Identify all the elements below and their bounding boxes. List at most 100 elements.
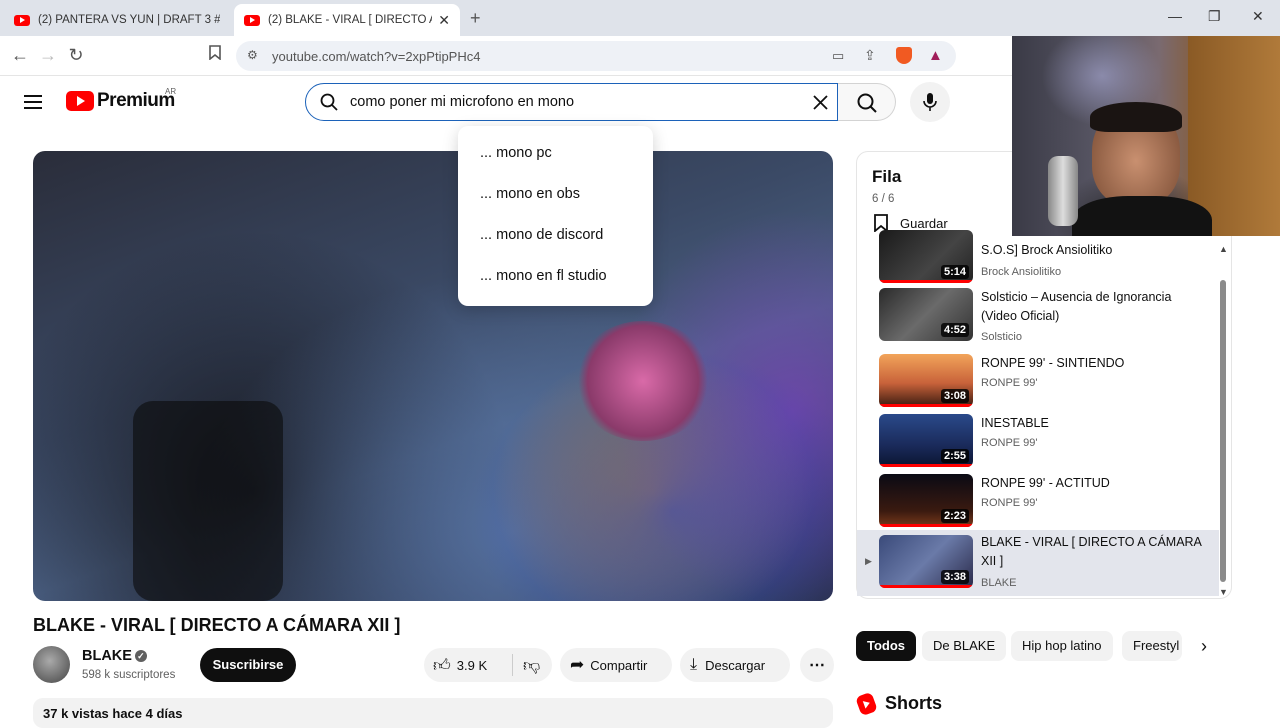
close-window-icon[interactable]: ✕ xyxy=(1252,8,1264,25)
brave-shield-icon[interactable] xyxy=(896,47,912,64)
chevron-right-icon[interactable]: › xyxy=(1201,636,1207,657)
video-thumbnail: 4:52 xyxy=(879,288,973,341)
download-button[interactable]: ⤓ Descargar xyxy=(680,648,790,682)
menu-icon[interactable] xyxy=(24,95,42,109)
clear-search-icon[interactable] xyxy=(813,95,828,110)
view-count: 37 k vistas hace 4 días xyxy=(43,706,183,721)
search-icon xyxy=(320,93,338,111)
channel-name[interactable]: BLAKE ✓ xyxy=(82,648,147,664)
more-actions-button[interactable]: ⋯ xyxy=(800,648,834,682)
chip-de-blake[interactable]: De BLAKE xyxy=(922,631,1007,661)
webcam-hair xyxy=(1090,102,1182,132)
dislike-icon: 👎︎ xyxy=(523,655,541,675)
playlist-item-channel: RONPE 99' xyxy=(981,437,1038,449)
playlist-item[interactable]: 3:08 RONPE 99' - SINTIENDO RONPE 99' xyxy=(857,354,1219,408)
forward-icon[interactable]: → xyxy=(37,45,59,66)
like-button[interactable]: 👍︎ 3.9 K xyxy=(424,655,512,676)
now-playing-icon: ▶ xyxy=(865,556,872,566)
video-frame-watch xyxy=(573,321,713,441)
verified-icon: ✓ xyxy=(134,650,147,662)
shorts-icon xyxy=(855,691,878,716)
video-player[interactable] xyxy=(33,151,833,601)
duration-badge: 3:08 xyxy=(940,389,969,403)
video-thumbnail: 2:55 xyxy=(879,414,973,467)
minimize-icon[interactable]: — xyxy=(1168,8,1182,24)
playlist-item-current[interactable]: ▶ 3:38 BLAKE - VIRAL [ DIRECTO A CÁMARA … xyxy=(857,530,1219,596)
cast-icon[interactable]: ▭ xyxy=(832,48,844,64)
playlist-item-channel: Brock Ansiolitiko xyxy=(981,266,1062,278)
share-page-icon[interactable]: ⇪ xyxy=(864,47,876,64)
duration-badge: 2:55 xyxy=(940,449,969,463)
url-text: youtube.com/watch?v=2xpPtipPHc4 xyxy=(272,49,481,64)
share-icon: ➦ xyxy=(570,655,585,674)
browser-tab-bar: (2) PANTERA VS YUN | DRAFT 3 #LIG (2) BL… xyxy=(0,0,1280,36)
youtube-premium-logo[interactable]: Premium AR xyxy=(66,87,176,112)
webcam-overlay xyxy=(1012,36,1280,236)
brave-rewards-icon[interactable]: ▲ xyxy=(928,47,943,64)
dislike-button[interactable]: 👎︎ xyxy=(513,655,540,676)
subscribe-button[interactable]: Suscribirse xyxy=(200,648,296,682)
microphone-icon xyxy=(923,93,937,111)
voice-search-button[interactable] xyxy=(910,82,950,122)
playlist-scrollbar[interactable] xyxy=(1220,280,1226,582)
youtube-logo-icon xyxy=(66,91,94,111)
scroll-down-icon[interactable]: ▼ xyxy=(1219,587,1228,597)
youtube-favicon-icon xyxy=(14,14,30,26)
search-input[interactable]: como poner mi microfono en mono xyxy=(305,83,838,121)
bookmark-icon[interactable] xyxy=(204,45,226,65)
suggestion-item[interactable]: ... mono de discord xyxy=(480,227,603,243)
chip-hip-hop-latino[interactable]: Hip hop latino xyxy=(1011,631,1113,661)
playlist-item-channel: BLAKE xyxy=(981,577,1017,589)
download-label: Descargar xyxy=(705,657,766,673)
like-count: 3.9 K xyxy=(456,657,488,673)
playlist-title: Fila xyxy=(872,167,902,186)
playlist-item[interactable]: 2:55 INESTABLE RONPE 99' xyxy=(857,414,1219,468)
video-thumbnail: 2:23 xyxy=(879,474,973,527)
suggestion-item[interactable]: ... mono pc xyxy=(480,145,552,161)
playlist-item-channel: RONPE 99' xyxy=(981,377,1038,389)
share-label: Compartir xyxy=(590,657,648,673)
watched-progress-bar xyxy=(879,524,973,527)
avatar[interactable] xyxy=(33,646,70,683)
playlist-item[interactable]: 4:52 Solsticio – Ausencia de Ignorancia … xyxy=(857,288,1219,348)
like-dislike-group: 👍︎ 3.9 K 👎︎ xyxy=(424,648,552,682)
watched-progress-bar xyxy=(879,280,973,283)
playlist-item-title: RONPE 99' - ACTITUD xyxy=(981,476,1110,490)
url-omnibox[interactable]: ⚙ youtube.com/watch?v=2xpPtipPHc4 ▭ ⇪ ▲ xyxy=(236,41,956,71)
playlist-count: 6 / 6 xyxy=(872,193,895,205)
restore-icon[interactable]: ❐ xyxy=(1208,8,1221,25)
youtube-favicon-icon xyxy=(244,14,260,26)
duration-badge: 2:23 xyxy=(940,509,969,523)
chip-todos[interactable]: Todos xyxy=(856,631,917,661)
browser-tab-blake[interactable]: (2) BLAKE - VIRAL [ DIRECTO A C ✕ xyxy=(234,4,460,36)
more-icon: ⋯ xyxy=(809,657,825,674)
video-thumbnail: 3:08 xyxy=(879,354,973,407)
watched-progress-bar xyxy=(879,585,973,588)
close-tab-icon[interactable]: ✕ xyxy=(438,12,450,29)
browser-tab-pantera[interactable]: (2) PANTERA VS YUN | DRAFT 3 #LIG xyxy=(4,4,230,36)
suggestion-item[interactable]: ... mono en fl studio xyxy=(480,268,607,284)
download-icon: ⤓ xyxy=(690,656,698,673)
duration-badge: 3:38 xyxy=(940,570,969,584)
reload-icon[interactable]: ↻ xyxy=(65,45,87,66)
scroll-up-icon[interactable]: ▲ xyxy=(1219,244,1228,254)
new-tab-icon[interactable]: + xyxy=(470,8,481,29)
chip-freestyle[interactable]: Freestyl xyxy=(1122,631,1182,661)
playlist-item-title: BLAKE - VIRAL [ DIRECTO A CÁMARA XII ] xyxy=(981,535,1202,568)
playlist-item[interactable]: 5:14 S.O.S] Brock Ansiolitiko Brock Ansi… xyxy=(857,230,1219,283)
suggestion-item[interactable]: ... mono en obs xyxy=(480,186,580,202)
search-button[interactable] xyxy=(838,83,896,121)
back-icon[interactable]: ← xyxy=(9,45,31,66)
search-query: como poner mi microfono en mono xyxy=(350,94,575,110)
webcam-microphone xyxy=(1048,156,1078,226)
playlist-item[interactable]: 2:23 RONPE 99' - ACTITUD RONPE 99' xyxy=(857,474,1219,528)
video-frame-shape xyxy=(133,401,283,601)
video-description-box[interactable]: 37 k vistas hace 4 días xyxy=(33,698,833,728)
site-settings-icon[interactable]: ⚙ xyxy=(247,48,258,62)
tab-title: (2) PANTERA VS YUN | DRAFT 3 #LIG xyxy=(38,14,220,26)
video-title: BLAKE - VIRAL [ DIRECTO A CÁMARA XII ] xyxy=(33,615,401,635)
share-button[interactable]: ➦ Compartir xyxy=(560,648,672,682)
channel-name-text: BLAKE xyxy=(82,648,132,664)
video-thumbnail: 3:38 xyxy=(879,535,973,588)
webcam-shirt xyxy=(1072,196,1212,236)
